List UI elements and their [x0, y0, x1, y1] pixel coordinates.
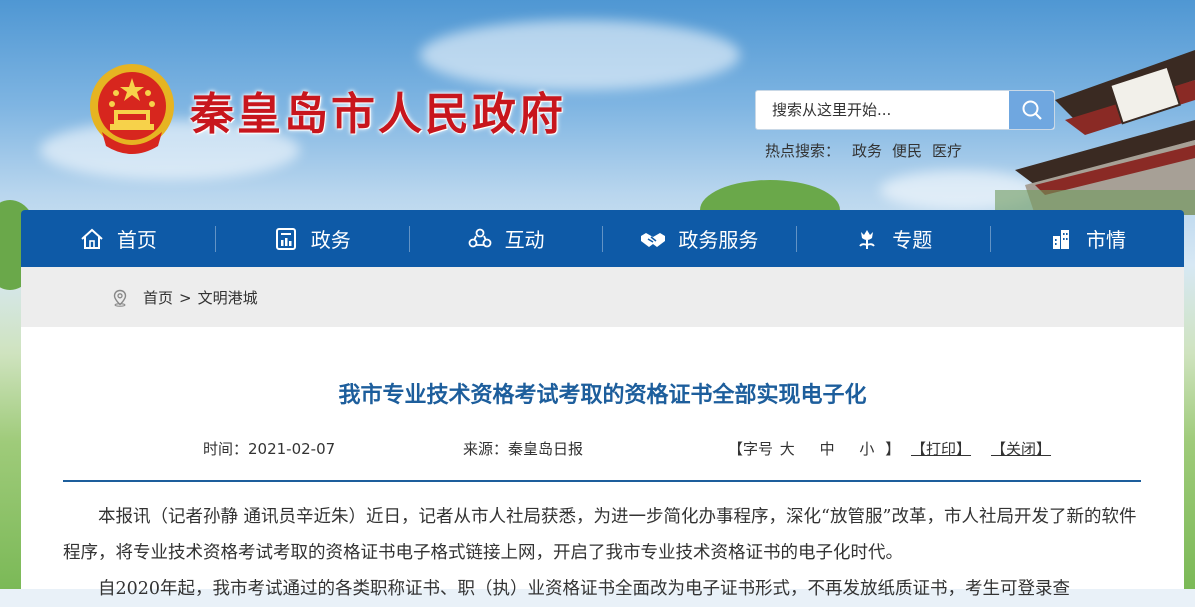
search-input[interactable]	[756, 91, 1010, 129]
font-size-small[interactable]: 小	[859, 440, 874, 458]
article-content: 我市专业技术资格考试考取的资格证书全部实现电子化 时间：2021-02-07 来…	[21, 327, 1184, 599]
home-icon	[81, 228, 103, 249]
breadcrumb-bar: 首页 > 文明港城	[21, 267, 1184, 327]
building-icon	[1053, 229, 1070, 249]
breadcrumb: 首页 > 文明港城	[111, 287, 258, 308]
font-size-label: 【字号	[728, 440, 774, 458]
article-title: 我市专业技术资格考试考取的资格证书全部实现电子化	[338, 383, 867, 408]
nav-item-label: 政务服务	[678, 228, 759, 252]
breadcrumb-current-link[interactable]: 文明港城	[198, 287, 258, 308]
main-nav: 首页 政务 互动 政务服务 专题 市情	[21, 210, 1184, 267]
chart-icon	[275, 227, 296, 250]
nav-item-label: 首页	[116, 228, 157, 252]
article-paragraph: 自2020年起，我市考试通过的各类职称证书、职（执）业资格证书全面改为电子证书形…	[98, 579, 1071, 599]
article-paragraph: 本报讯（记者孙静 通讯员辛近朱）近日，记者从市人社局获悉，为进一步简化办事程序，…	[63, 507, 1137, 563]
article-time: 时间：2021-02-07	[203, 440, 336, 458]
print-link[interactable]: 【打印】	[911, 438, 971, 459]
search-button[interactable]	[1009, 91, 1054, 129]
nav-item-label: 市情	[1086, 228, 1127, 252]
nav-item-shiqing[interactable]: 市情	[990, 210, 1184, 267]
hot-search: 热点搜索： 政务 便民 医疗	[765, 140, 962, 161]
font-size-bracket: 】	[885, 440, 901, 458]
breadcrumb-home-link[interactable]: 首页	[143, 287, 173, 308]
handshake-icon	[641, 232, 666, 247]
nav-item-label: 互动	[504, 228, 545, 252]
hot-link-bianmin[interactable]: 便民	[892, 140, 922, 161]
search-icon	[1022, 100, 1042, 120]
breadcrumb-separator: >	[179, 288, 192, 307]
font-size-medium[interactable]: 中	[820, 440, 835, 458]
location-pin-icon	[113, 289, 127, 307]
nav-item-label: 政务	[310, 228, 351, 252]
nav-item-zhengwu-fuwu[interactable]: 政务服务	[602, 210, 796, 267]
article-source: 来源：秦皇岛日报	[463, 440, 584, 458]
nav-item-home[interactable]: 首页	[21, 210, 215, 267]
nav-item-zhengwu[interactable]: 政务	[214, 210, 409, 267]
article-body: 本报讯（记者孙静 通讯员辛近朱）近日，记者从市人社局获悉，为进一步简化办事程序，…	[63, 499, 1143, 607]
close-link[interactable]: 【关闭】	[991, 438, 1051, 459]
font-size-large[interactable]: 大	[780, 440, 795, 458]
national-emblem-logo	[90, 64, 174, 154]
nav-item-hudong[interactable]: 互动	[408, 210, 603, 267]
hot-link-zhengwu[interactable]: 政务	[852, 140, 882, 161]
people-icon	[468, 228, 491, 247]
hot-link-yiliao[interactable]: 医疗	[932, 140, 962, 161]
search-box	[755, 90, 1055, 130]
hot-search-label: 热点搜索：	[765, 142, 841, 160]
title-divider	[63, 480, 1141, 482]
flower-icon	[859, 229, 875, 249]
nav-item-label: 专题	[892, 228, 933, 252]
font-size-control: 【字号 大 中 小 】	[728, 438, 900, 459]
site-title: 秦皇岛市人民政府	[190, 89, 566, 140]
nav-item-zhuanti[interactable]: 专题	[796, 210, 990, 267]
